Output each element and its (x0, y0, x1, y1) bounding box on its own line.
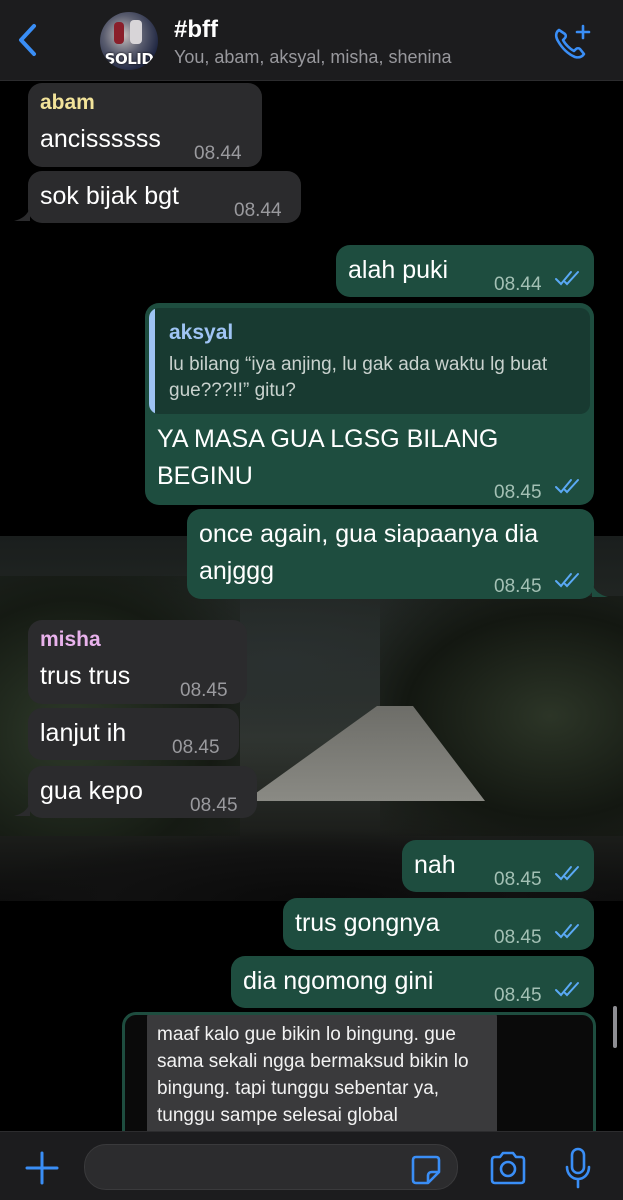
input-bar (0, 1131, 623, 1200)
message-time: 08.45 (494, 869, 542, 890)
message-time: 08.45 (190, 795, 238, 816)
message-text: dia ngomong gini (243, 967, 434, 995)
message-text: sok bijak bgt (40, 182, 179, 210)
message-bubble-outgoing[interactable]: nah 08.45 (402, 840, 594, 892)
image-content: maaf kalo gue bikin lo bingung. gue sama… (147, 1015, 497, 1131)
message-time: 08.45 (172, 737, 220, 758)
message-bubble-outgoing[interactable]: dia ngomong gini 08.45 (231, 956, 594, 1008)
plus-icon[interactable] (24, 1150, 60, 1186)
message-time: 08.45 (494, 985, 542, 1006)
message-bubble-incoming[interactable]: abam ancissssss 08.44 (28, 83, 262, 167)
message-time: 08.45 (494, 482, 542, 503)
chat-title[interactable]: #bff (174, 16, 218, 44)
read-ticks-icon (555, 479, 579, 494)
message-bubble-outgoing[interactable]: aksyal lu bilang “iya anjing, lu gak ada… (145, 303, 594, 505)
message-bubble-incoming[interactable]: lanjut ih 08.45 (28, 708, 239, 760)
read-ticks-icon (555, 271, 579, 286)
read-ticks-icon (555, 573, 579, 588)
message-time: 08.44 (494, 274, 542, 295)
image-text: maaf kalo gue bikin lo bingung. gue sama… (157, 1024, 469, 1126)
read-ticks-icon (555, 866, 579, 881)
microphone-icon[interactable] (564, 1147, 592, 1189)
message-text: gua kepo (40, 777, 143, 805)
chat-participants[interactable]: You, abam, aksyal, misha, shenina (174, 47, 452, 68)
camera-icon[interactable] (488, 1150, 528, 1186)
message-time: 08.45 (180, 680, 228, 701)
reply-quote[interactable]: aksyal lu bilang “iya anjing, lu gak ada… (149, 308, 590, 414)
group-avatar[interactable]: SOLID (100, 12, 158, 70)
message-text: trus gongnya (295, 909, 440, 937)
bubble-tail (14, 207, 30, 221)
chevron-left-icon[interactable] (14, 22, 42, 58)
message-sender: misha (40, 628, 101, 651)
message-time: 08.45 (494, 576, 542, 597)
message-text: ancissssss (40, 125, 161, 153)
message-time: 08.44 (194, 143, 242, 164)
message-bubble-outgoing[interactable]: trus gongnya 08.45 (283, 898, 594, 950)
message-input[interactable] (84, 1144, 458, 1190)
message-text: lanjut ih (40, 719, 127, 747)
message-time: 08.44 (234, 200, 282, 221)
scrollbar[interactable] (613, 1006, 617, 1048)
message-bubble-incoming[interactable]: gua kepo 08.45 (28, 766, 257, 818)
message-bubble-incoming[interactable]: sok bijak bgt 08.44 (28, 171, 301, 223)
chat-area[interactable]: abam ancissssss 08.44 sok bijak bgt 08.4… (0, 81, 623, 1131)
bubble-tail (14, 802, 30, 816)
reply-text: lu bilang “iya anjing, lu gak ada waktu … (169, 354, 548, 401)
reply-sender: aksyal (169, 321, 234, 344)
message-text: alah puki (348, 256, 449, 284)
phone-plus-icon[interactable] (550, 22, 592, 62)
avatar-text: SOLID (104, 50, 154, 68)
bubble-tail (592, 583, 608, 597)
message-bubble-outgoing[interactable]: alah puki 08.44 (336, 245, 594, 297)
avatar-figure (114, 22, 124, 44)
chat-header: SOLID #bff You, abam, aksyal, misha, she… (0, 0, 623, 81)
read-ticks-icon (555, 982, 579, 997)
message-text: trus trus (40, 662, 131, 690)
reply-bar (149, 308, 155, 414)
image-message-bubble[interactable]: maaf kalo gue bikin lo bingung. gue sama… (122, 1012, 596, 1131)
message-sender: abam (40, 91, 95, 114)
message-bubble-incoming[interactable]: misha trus trus 08.45 (28, 620, 247, 704)
read-ticks-icon (555, 924, 579, 939)
sticker-icon[interactable] (410, 1154, 442, 1186)
message-bubble-outgoing[interactable]: once again, gua siapaanya dia anjggg 08.… (187, 509, 594, 599)
message-text: nah (414, 851, 456, 879)
avatar-figure (130, 20, 142, 44)
message-time: 08.45 (494, 927, 542, 948)
